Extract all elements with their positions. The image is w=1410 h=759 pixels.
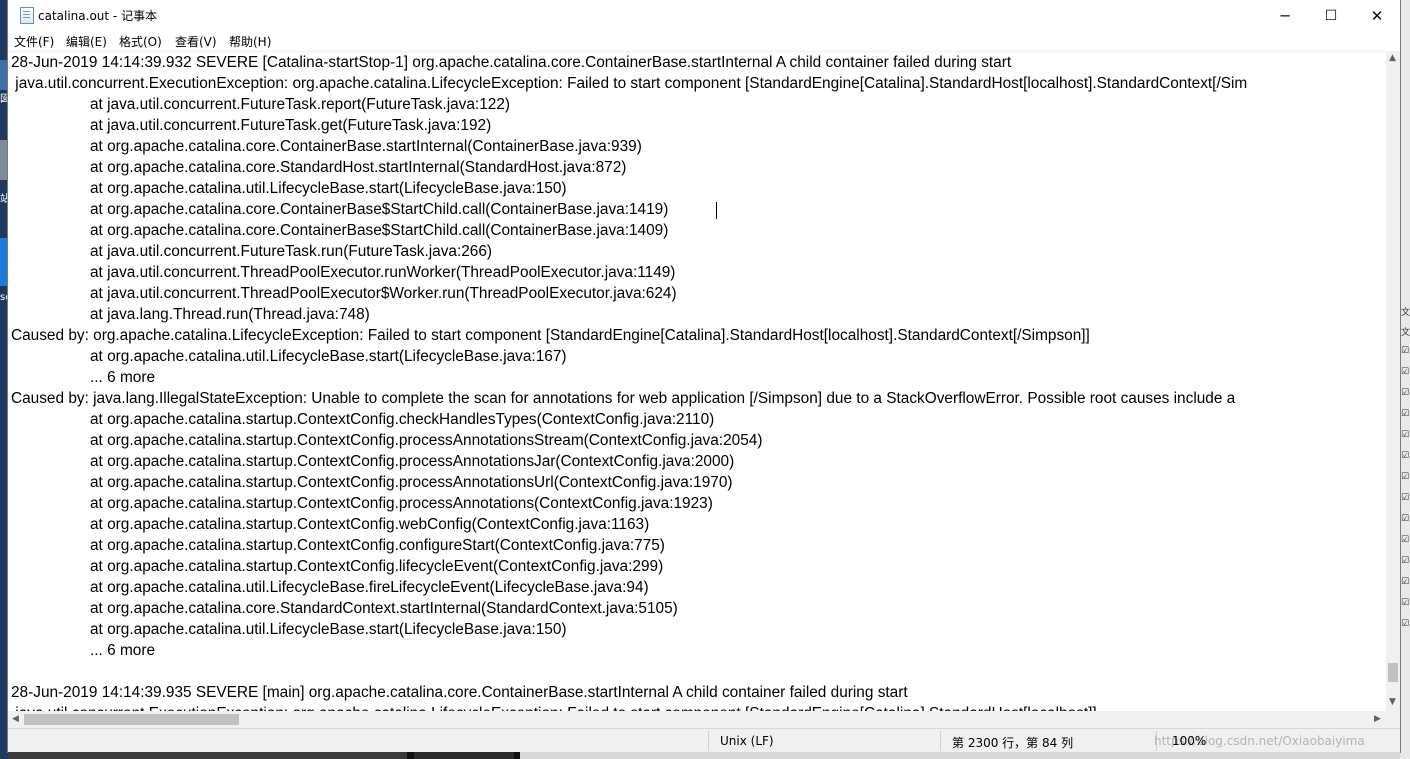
- text-line: at java.util.concurrent.FutureTask.get(F…: [90, 117, 492, 134]
- text-line: Caused by: org.apache.catalina.Lifecycle…: [11, 327, 1090, 344]
- text-editor[interactable]: 28-Jun-2019 14:14:39.932 SEVERE [Catalin…: [8, 51, 1386, 712]
- scroll-up-arrow-icon[interactable]: ▲: [1389, 53, 1396, 63]
- text-line: at org.apache.catalina.core.ContainerBas…: [90, 138, 642, 155]
- text-line: at org.apache.catalina.startup.ContextCo…: [90, 516, 650, 533]
- text-line: at org.apache.catalina.core.ContainerBas…: [90, 222, 669, 239]
- text-line: at org.apache.catalina.util.LifecycleBas…: [90, 348, 567, 365]
- menu-edit[interactable]: 编辑(E): [66, 33, 107, 50]
- desktop-glyph: ☑: [1401, 367, 1410, 377]
- desktop-glyph: ☑: [1401, 514, 1410, 524]
- desktop-glyph: ☑: [1401, 598, 1410, 608]
- text-line: 28-Jun-2019 14:14:39.932 SEVERE [Catalin…: [11, 54, 1012, 71]
- text-line: 28-Jun-2019 14:14:39.935 SEVERE [main] o…: [11, 684, 908, 701]
- desktop-glyph: ☑: [1401, 577, 1410, 587]
- text-line: at org.apache.catalina.core.ContainerBas…: [90, 201, 669, 218]
- text-line: at org.apache.catalina.startup.ContextCo…: [90, 558, 664, 575]
- vertical-scrollbar[interactable]: ▲ ▼: [1386, 51, 1400, 711]
- text-line: at org.apache.catalina.startup.ContextCo…: [90, 474, 733, 491]
- taskbar-edge: [8, 752, 1400, 759]
- desktop-right-edge: 文 文 ☑ ☑ ☑ ☑ ☑ ☑ ☑ ☑ ☑ ☑ ☑ ☑ ☑ ☑: [1400, 0, 1410, 759]
- desktop-glyph: ☑: [1401, 346, 1410, 356]
- minimize-button[interactable]: ─: [1262, 0, 1308, 31]
- text-line: at org.apache.catalina.startup.ContextCo…: [90, 495, 713, 512]
- text-line: at java.util.concurrent.FutureTask.run(F…: [90, 243, 493, 260]
- text-line: at org.apache.catalina.core.StandardCont…: [90, 600, 678, 617]
- status-divider: [940, 731, 941, 751]
- text-line: at java.util.concurrent.ThreadPoolExecut…: [90, 285, 677, 302]
- desktop-label-fragment: 図: [0, 94, 8, 105]
- scrollbar-corner: [1386, 711, 1400, 728]
- desktop-left-edge: 図 站 sc: [0, 0, 8, 759]
- desktop-label-fragment: 站: [0, 194, 8, 205]
- desktop-label-fragment: sc: [0, 292, 8, 303]
- desktop-app-icon: [0, 238, 8, 286]
- text-line: at java.util.concurrent.ThreadPoolExecut…: [90, 264, 676, 281]
- taskbar-segment: [8, 752, 407, 759]
- title-bar[interactable]: catalina.out - 记事本 ─ ☐ ✕: [8, 0, 1400, 31]
- text-line: at org.apache.catalina.startup.ContextCo…: [90, 537, 665, 554]
- desktop-glyph: ☑: [1401, 556, 1410, 566]
- text-line: ... 6 more: [90, 642, 156, 659]
- scroll-right-arrow-icon[interactable]: ▶: [1374, 714, 1381, 724]
- status-divider: [708, 731, 709, 751]
- text-line: at java.util.concurrent.FutureTask.repor…: [90, 96, 511, 113]
- menu-format[interactable]: 格式(O): [119, 33, 162, 50]
- text-line: Caused by: java.lang.IllegalStateExcepti…: [11, 390, 1236, 407]
- text-line: java.util.concurrent.ExecutionException:…: [11, 75, 1248, 92]
- desktop-glyph: 文: [1401, 328, 1410, 338]
- close-button[interactable]: ✕: [1354, 0, 1400, 31]
- taskbar-segment: [414, 752, 514, 759]
- menu-bar: 文件(F) 编辑(E) 格式(O) 查看(V) 帮助(H): [8, 31, 1400, 51]
- scroll-down-arrow-icon[interactable]: ▼: [1389, 697, 1396, 707]
- status-zoom: 100%: [1172, 734, 1207, 748]
- text-line: at org.apache.catalina.util.LifecycleBas…: [90, 621, 567, 638]
- window-title: catalina.out - 记事本: [38, 9, 158, 23]
- desktop-glyph: ☑: [1401, 472, 1410, 482]
- horizontal-scroll-thumb[interactable]: [24, 714, 239, 725]
- status-cursor-position: 第 2300 行，第 84 列: [952, 736, 1074, 750]
- text-line: at org.apache.catalina.util.LifecycleBas…: [90, 579, 649, 596]
- maximize-button[interactable]: ☐: [1308, 0, 1354, 31]
- notepad-window: catalina.out - 记事本 ─ ☐ ✕ 文件(F) 编辑(E) 格式(…: [8, 0, 1400, 752]
- menu-view[interactable]: 查看(V): [175, 33, 217, 50]
- text-line: at org.apache.catalina.core.StandardHost…: [90, 159, 627, 176]
- text-line: at org.apache.catalina.startup.ContextCo…: [90, 432, 763, 449]
- desktop-glyph: ☑: [1401, 388, 1410, 398]
- taskbar-segment: [520, 752, 1400, 759]
- desktop-icon-fragment: [0, 60, 8, 90]
- vertical-scroll-thumb[interactable]: [1388, 663, 1398, 682]
- desktop-glyph: ☑: [1401, 451, 1410, 461]
- text-line: at org.apache.catalina.startup.ContextCo…: [90, 453, 735, 470]
- notepad-icon[interactable]: [20, 7, 34, 24]
- desktop-glyph: ☑: [1401, 493, 1410, 503]
- desktop-glyph: ☑: [1401, 619, 1410, 629]
- scroll-left-arrow-icon[interactable]: ◀: [12, 714, 19, 724]
- text-line: at java.lang.Thread.run(Thread.java:748): [90, 306, 370, 323]
- desktop-glyph: ☑: [1401, 535, 1410, 545]
- horizontal-scrollbar[interactable]: ◀ ▶: [8, 711, 1386, 728]
- text-line: at org.apache.catalina.util.LifecycleBas…: [90, 180, 567, 197]
- recycle-bin-icon: [0, 140, 8, 180]
- status-bar: Unix (LF) 第 2300 行，第 84 列 https://blog.c…: [8, 728, 1400, 752]
- desktop-glyph: ☑: [1401, 409, 1410, 419]
- text-line: at org.apache.catalina.startup.ContextCo…: [90, 411, 715, 428]
- desktop-glyph: ☑: [1401, 430, 1410, 440]
- desktop-glyph: 文: [1401, 308, 1410, 318]
- status-encoding: Unix (LF): [720, 734, 774, 748]
- text-line: ... 6 more: [90, 369, 156, 386]
- menu-file[interactable]: 文件(F): [14, 33, 54, 50]
- menu-help[interactable]: 帮助(H): [229, 33, 271, 50]
- text-cursor: [716, 202, 717, 219]
